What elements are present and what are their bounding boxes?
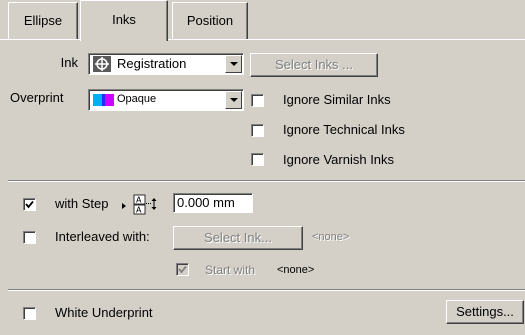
- ink-label: Ink: [60, 55, 78, 70]
- start-with-checkbox[interactable]: [176, 263, 189, 276]
- ignore-varnish-checkbox[interactable]: [251, 153, 264, 166]
- ignore-varnish-label: Ignore Varnish Inks: [283, 152, 395, 167]
- select-inks-button[interactable]: Select Inks ...: [250, 53, 378, 77]
- white-underprint-label: White Underprint: [55, 305, 153, 320]
- ignore-similar-label: Ignore Similar Inks: [283, 92, 391, 107]
- svg-text:A: A: [136, 206, 142, 215]
- tab-position-label: Position: [186, 13, 234, 28]
- tab-position[interactable]: Position: [172, 2, 248, 39]
- registration-mark-icon: [93, 56, 111, 72]
- ink-select[interactable]: Registration: [88, 53, 244, 75]
- separator: [8, 289, 525, 291]
- step-value-field[interactable]: 0.000 mm: [173, 193, 253, 213]
- white-underprint-checkbox[interactable]: [23, 307, 36, 320]
- ignore-technical-label: Ignore Technical Inks: [283, 122, 405, 137]
- overprint-value: Opaque: [117, 93, 157, 105]
- checkmark-icon: [178, 265, 187, 274]
- opaque-overprint-icon: [93, 92, 114, 108]
- with-step-label: with Step: [55, 196, 109, 211]
- interleaved-checkbox[interactable]: [23, 231, 36, 244]
- overprint-select[interactable]: Opaque: [88, 89, 244, 111]
- svg-text:A: A: [136, 196, 142, 205]
- overprint-label: Overprint: [10, 90, 64, 105]
- ignore-technical-checkbox[interactable]: [251, 124, 264, 137]
- checkmark-icon: [25, 200, 34, 209]
- with-step-checkbox[interactable]: [23, 198, 36, 211]
- ink-dropdown-arrow-icon[interactable]: [225, 55, 242, 73]
- tab-ellipse[interactable]: Ellipse: [8, 2, 78, 39]
- interleaved-label: Interleaved with:: [55, 229, 150, 244]
- tab-inks[interactable]: Inks: [80, 0, 168, 41]
- tab-ellipse-label: Ellipse: [23, 13, 63, 28]
- step-offset-icon[interactable]: A A: [120, 193, 170, 215]
- interleaved-value: <none>: [312, 231, 350, 243]
- ink-value: Registration: [117, 56, 187, 71]
- start-with-label: Start with: [205, 263, 256, 277]
- settings-button[interactable]: Settings...: [446, 300, 524, 324]
- tab-inks-label: Inks: [112, 12, 136, 27]
- tab-bar: Ellipse Inks Position: [0, 0, 525, 41]
- separator: [8, 180, 525, 182]
- overprint-dropdown-arrow-icon[interactable]: [225, 91, 242, 109]
- panel-border: [0, 39, 525, 40]
- select-ink-button[interactable]: Select Ink...: [173, 226, 303, 250]
- start-with-value: <none>: [277, 264, 315, 276]
- ignore-similar-checkbox[interactable]: [251, 94, 264, 107]
